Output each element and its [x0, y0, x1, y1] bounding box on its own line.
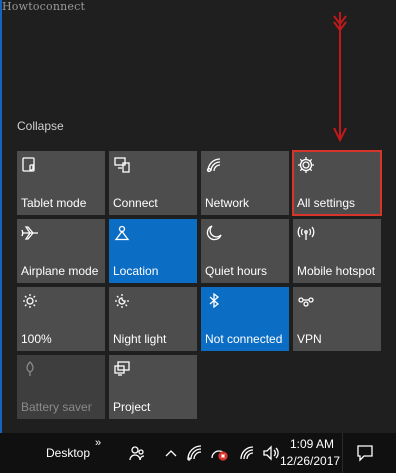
bluetooth-icon	[205, 292, 223, 310]
desktop-toolbar-label[interactable]: Desktop	[46, 446, 90, 460]
project-icon	[113, 360, 131, 378]
left-edge-accent	[0, 0, 2, 433]
taskbar: Desktop » 1:09 AM 12/26/2017	[0, 433, 396, 473]
network-icon	[205, 156, 223, 174]
tablet-mode-icon	[21, 156, 39, 174]
tile-battery-saver[interactable]: Battery saver	[17, 355, 105, 419]
tile-brightness[interactable]: 100%	[17, 287, 105, 351]
network-status-icon[interactable]	[186, 444, 204, 462]
tile-label: Not connected	[205, 332, 283, 346]
tile-night-light[interactable]: Night light	[109, 287, 197, 351]
tile-label: Night light	[113, 332, 167, 346]
connect-icon	[113, 156, 131, 174]
tile-all-settings[interactable]: All settings	[292, 150, 382, 216]
tile-project[interactable]: Project	[109, 355, 197, 419]
collapse-link[interactable]: Collapse	[17, 119, 64, 133]
tile-network[interactable]: Network	[201, 151, 289, 215]
volume-icon[interactable]	[262, 444, 280, 462]
tile-label: Airplane mode	[21, 264, 99, 278]
vpn-icon	[297, 292, 315, 310]
security-alert-icon[interactable]	[210, 444, 228, 462]
annotation-arrow	[333, 12, 347, 143]
tile-vpn[interactable]: VPN	[293, 287, 381, 351]
tile-tablet-mode[interactable]: Tablet mode	[17, 151, 105, 215]
tile-airplane-mode[interactable]: Airplane mode	[17, 219, 105, 283]
night-light-icon	[113, 292, 131, 310]
location-icon	[113, 224, 131, 242]
tile-bluetooth[interactable]: Not connected	[201, 287, 289, 351]
battery-saver-icon	[21, 360, 39, 378]
tile-label: 100%	[21, 332, 52, 346]
tile-mobile-hotspot[interactable]: Mobile hotspot	[293, 219, 381, 283]
clock-date[interactable]: 12/26/2017	[280, 454, 340, 468]
tile-label: Mobile hotspot	[297, 264, 376, 278]
show-hidden-icons-icon[interactable]	[162, 444, 180, 462]
moon-icon	[205, 224, 223, 242]
tile-label: Quiet hours	[205, 264, 268, 278]
tile-label: Connect	[113, 196, 158, 210]
tile-label: Network	[205, 196, 250, 210]
airplane-icon	[21, 224, 39, 242]
tile-label: VPN	[297, 332, 322, 346]
toolbar-chevron[interactable]: »	[95, 437, 101, 449]
tile-location[interactable]: Location	[109, 219, 197, 283]
wifi-icon[interactable]	[238, 444, 256, 462]
hotspot-icon	[297, 224, 315, 242]
action-center-icon[interactable]	[356, 444, 374, 462]
settings-gear-icon	[297, 156, 315, 174]
tile-quiet-hours[interactable]: Quiet hours	[201, 219, 289, 283]
people-icon[interactable]	[128, 444, 146, 462]
tile-label: Location	[113, 264, 159, 278]
tile-connect[interactable]: Connect	[109, 151, 197, 215]
tile-label: All settings	[297, 196, 356, 210]
clock-time[interactable]: 1:09 AM	[290, 437, 334, 451]
watermark: Howtoconnect	[2, 0, 86, 13]
taskbar-separator	[342, 433, 343, 473]
brightness-icon	[21, 292, 39, 310]
tile-label: Project	[113, 400, 151, 414]
tile-label: Tablet mode	[21, 196, 87, 210]
quick-actions-grid: Tablet mode Connect Network All settings…	[17, 150, 382, 419]
tile-label: Battery saver	[21, 400, 92, 414]
